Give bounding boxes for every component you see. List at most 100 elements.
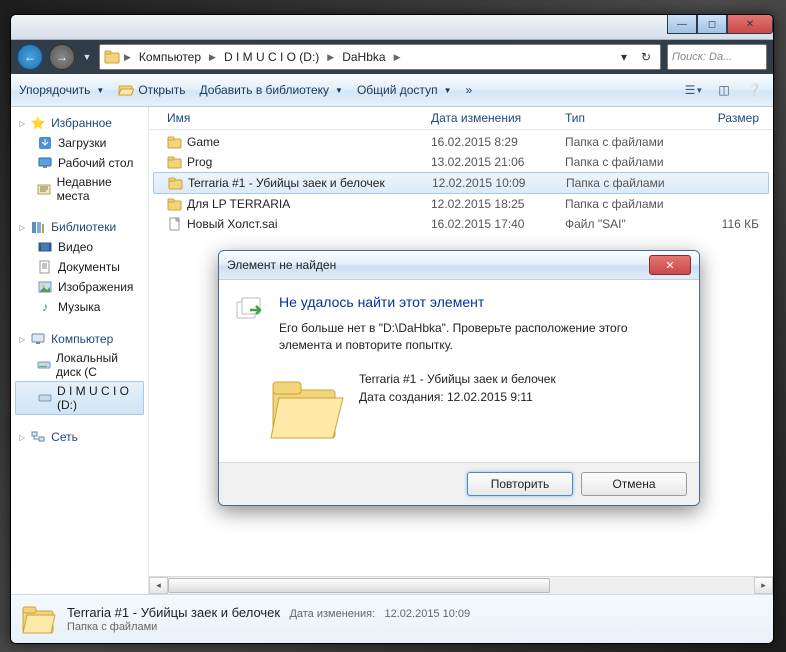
folder-icon xyxy=(167,134,183,150)
breadcrumb-segment[interactable]: DaHbka xyxy=(338,49,389,65)
file-name: Game xyxy=(187,135,220,149)
toolbar-more[interactable]: » xyxy=(465,83,472,97)
dialog-close-button[interactable]: ✕ xyxy=(649,255,691,275)
sidebar-libraries-header[interactable]: ▷Библиотеки xyxy=(11,217,148,237)
col-name[interactable]: Имя xyxy=(159,111,423,125)
file-row[interactable]: Для LP TERRARIA 12.02.2015 18:25Папка с ф… xyxy=(149,194,773,214)
view-options-button[interactable]: ☰ ▼ xyxy=(683,81,705,99)
forward-button[interactable]: → xyxy=(49,44,75,70)
file-size: 116 КБ xyxy=(691,217,767,231)
open-button[interactable]: Открыть xyxy=(118,82,185,98)
pictures-icon xyxy=(37,279,53,295)
downloads-icon xyxy=(37,135,53,151)
address-dropdown[interactable]: ▾ xyxy=(614,47,634,67)
details-name: Terraria #1 - Убийцы заек и белочек xyxy=(67,605,280,620)
preview-pane-button[interactable]: ◫ xyxy=(713,81,735,99)
drive-icon xyxy=(38,390,52,406)
details-type: Папка с файлами xyxy=(67,621,763,633)
chevron-right-icon: ▶ xyxy=(327,52,334,63)
move-folder-icon xyxy=(235,294,267,354)
file-name: Prog xyxy=(187,155,212,169)
file-date: 16.02.2015 17:40 xyxy=(423,217,557,231)
col-type[interactable]: Тип xyxy=(557,111,691,125)
file-date: 16.02.2015 8:29 xyxy=(423,135,557,149)
open-folder-icon xyxy=(118,82,134,98)
close-button[interactable]: ✕ xyxy=(727,15,773,34)
sidebar-favorites-header[interactable]: ▷⭐Избранное xyxy=(11,113,148,133)
sidebar-item-downloads[interactable]: Загрузки xyxy=(11,133,148,153)
dialog-message: Его больше нет в "D:\DaHbka". Проверьте … xyxy=(279,320,683,354)
details-date-value: 12.02.2015 10:09 xyxy=(385,608,471,620)
minimize-button[interactable]: — xyxy=(667,15,697,34)
file-row[interactable]: Prog13.02.2015 21:06Папка с файлами xyxy=(149,152,773,172)
search-input[interactable]: Поиск: Da... xyxy=(667,44,767,70)
breadcrumb-segment[interactable]: Компьютер xyxy=(135,49,205,65)
sidebar-item-documents[interactable]: Документы xyxy=(11,257,148,277)
dialog-item-name: Terraria #1 - Убийцы заек и белочек xyxy=(359,370,556,388)
sidebar-network-header[interactable]: ▷Сеть xyxy=(11,427,148,447)
file-name: Для LP TERRARIA xyxy=(187,197,290,211)
recent-icon xyxy=(37,181,52,197)
desktop-icon xyxy=(37,155,53,171)
back-button[interactable]: ← xyxy=(17,44,43,70)
file-type: Папка с файлами xyxy=(558,176,692,190)
dialog-title: Элемент не найден xyxy=(227,258,336,272)
chevron-right-icon: ▶ xyxy=(209,52,216,63)
cancel-button[interactable]: Отмена xyxy=(581,472,687,496)
details-pane: Terraria #1 - Убийцы заек и белочек Дата… xyxy=(11,594,773,643)
video-icon xyxy=(37,239,53,255)
retry-button[interactable]: Повторить xyxy=(467,472,573,496)
folder-icon xyxy=(104,49,120,65)
file-type: Папка с файлами xyxy=(557,155,691,169)
libraries-icon xyxy=(30,219,46,235)
dialog-titlebar[interactable]: Элемент не найден ✕ xyxy=(219,251,699,280)
file-row[interactable]: Game 16.02.2015 8:29Папка с файлами xyxy=(149,132,773,152)
sidebar-item-recent[interactable]: Недавние места xyxy=(11,173,148,205)
sidebar-item-desktop[interactable]: Рабочий стол xyxy=(11,153,148,173)
music-icon: ♪ xyxy=(37,299,53,315)
sidebar-item-music[interactable]: ♪Музыка xyxy=(11,297,148,317)
file-date: 12.02.2015 18:25 xyxy=(423,197,557,211)
file-icon xyxy=(167,216,183,232)
sidebar: ▷⭐Избранное Загрузки Рабочий стол Недавн… xyxy=(11,107,149,594)
sidebar-item-drive-d[interactable]: D I M U C I O (D:) xyxy=(15,381,144,415)
maximize-button[interactable]: ◻ xyxy=(697,15,727,34)
scroll-left-button[interactable]: ◂ xyxy=(149,577,168,594)
help-button[interactable]: ❔ xyxy=(743,81,765,99)
col-size[interactable]: Размер xyxy=(691,111,767,125)
organize-menu[interactable]: Упорядочить▼ xyxy=(19,83,104,97)
horizontal-scrollbar[interactable]: ◂ ▸ xyxy=(149,576,773,594)
file-row[interactable]: Новый Холст.sai16.02.2015 17:40Файл "SAI… xyxy=(149,214,773,234)
sidebar-item-pictures[interactable]: Изображения xyxy=(11,277,148,297)
navbar: ← → ▼ ▶ Компьютер ▶ D I M U C I O (D:) ▶… xyxy=(11,40,773,74)
scroll-right-button[interactable]: ▸ xyxy=(754,577,773,594)
column-headers: Имя Дата изменения Тип Размер xyxy=(149,107,773,130)
file-date: 12.02.2015 10:09 xyxy=(424,176,558,190)
col-date[interactable]: Дата изменения xyxy=(423,111,557,125)
search-placeholder: Поиск: Da... xyxy=(672,51,732,63)
address-bar[interactable]: ▶ Компьютер ▶ D I M U C I O (D:) ▶ DaHbk… xyxy=(99,44,661,70)
chevron-right-icon: ▶ xyxy=(124,52,131,63)
include-library-menu[interactable]: Добавить в библиотеку▼ xyxy=(199,83,342,97)
scroll-thumb[interactable] xyxy=(168,578,550,593)
scroll-track[interactable] xyxy=(168,578,754,593)
sidebar-computer-header[interactable]: ▷Компьютер xyxy=(11,329,148,349)
star-icon: ⭐ xyxy=(30,115,46,131)
sidebar-item-drive-c[interactable]: Локальный диск (C xyxy=(11,349,148,381)
file-name: Новый Холст.sai xyxy=(187,217,278,231)
documents-icon xyxy=(37,259,53,275)
folder-icon xyxy=(168,175,184,191)
file-type: Папка с файлами xyxy=(557,197,691,211)
file-row[interactable]: Terraria #1 - Убийцы заек и белочек12.02… xyxy=(153,172,769,194)
titlebar[interactable]: — ◻ ✕ xyxy=(11,15,773,40)
history-dropdown[interactable]: ▼ xyxy=(81,48,93,66)
folder-icon xyxy=(21,601,57,637)
file-type: Папка с файлами xyxy=(557,135,691,149)
refresh-button[interactable]: ↻ xyxy=(636,47,656,67)
breadcrumb-segment[interactable]: D I M U C I O (D:) xyxy=(220,49,323,65)
sidebar-item-video[interactable]: Видео xyxy=(11,237,148,257)
dialog-heading: Не удалось найти этот элемент xyxy=(279,294,683,310)
error-dialog: Элемент не найден ✕ Не удалось найти это… xyxy=(218,250,700,506)
folder-icon xyxy=(167,196,183,212)
share-menu[interactable]: Общий доступ▼ xyxy=(357,83,452,97)
